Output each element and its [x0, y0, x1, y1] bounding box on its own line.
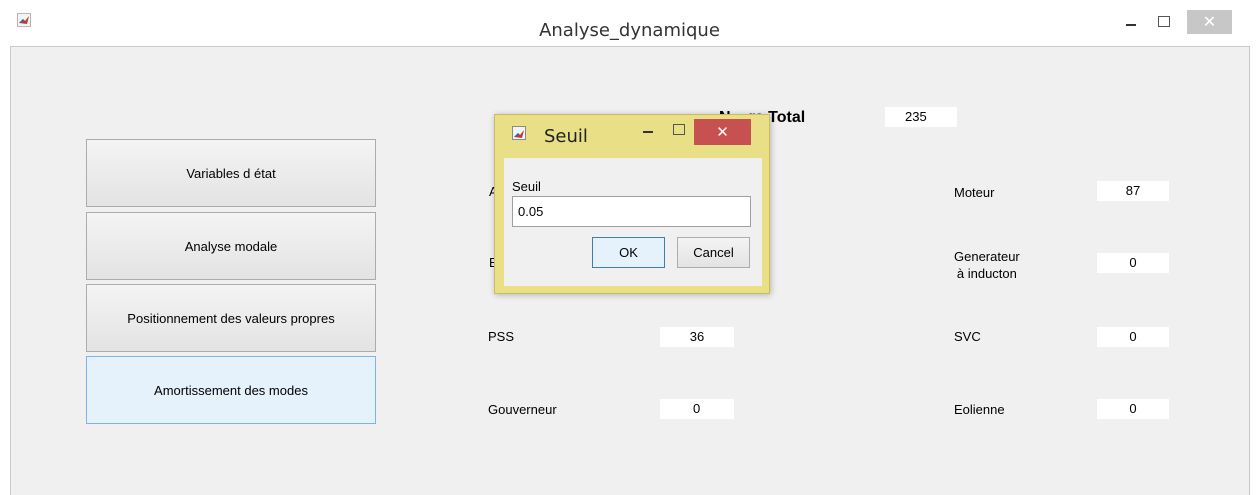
button-label: Variables d état	[186, 166, 276, 181]
dialog-body: Seuil OK Cancel	[504, 158, 762, 286]
gouverneur-value: 0	[660, 399, 734, 419]
eolienne-label: Eolienne	[954, 402, 1005, 417]
pss-value: 36	[660, 327, 734, 347]
seuil-dialog: Seuil ✕ Seuil OK Cancel	[494, 114, 770, 294]
close-icon[interactable]: ✕	[694, 119, 751, 145]
minimize-icon[interactable]	[1118, 10, 1148, 34]
svc-label: SVC	[954, 329, 981, 344]
window-title: Analyse_dynamique	[539, 20, 720, 41]
button-label: Analyse modale	[184, 239, 278, 254]
amortissement-modes-button[interactable]: Amortissement des modes	[86, 356, 376, 424]
moteur-value: 87	[1097, 181, 1169, 201]
generateur-label: Generateur à inducton	[954, 249, 1020, 281]
minimize-icon[interactable]	[637, 121, 659, 141]
cancel-button[interactable]: Cancel	[677, 237, 750, 268]
generateur-value: 0	[1097, 253, 1169, 273]
dialog-title: Seuil	[544, 126, 588, 147]
title-bar: Analyse_dynamique ✕	[0, 0, 1259, 46]
eolienne-value: 0	[1097, 399, 1169, 419]
matlab-icon	[512, 126, 526, 140]
ok-button[interactable]: OK	[592, 237, 665, 268]
gouverneur-label: Gouverneur	[488, 402, 557, 417]
pss-label: PSS	[488, 329, 515, 344]
positionnement-valeurs-propres-button[interactable]: Positionnement des valeurs propres	[86, 284, 376, 352]
variables-etat-button[interactable]: Variables d état	[86, 139, 376, 207]
close-icon[interactable]: ✕	[1187, 10, 1232, 34]
maximize-icon[interactable]	[667, 121, 689, 141]
analyse-modale-button[interactable]: Analyse modale	[86, 212, 376, 280]
moteur-label: Moteur	[954, 185, 995, 200]
maximize-icon[interactable]	[1150, 10, 1180, 34]
button-label: Positionnement des valeurs propres	[127, 311, 335, 326]
nombre-total-value: 235	[885, 107, 957, 127]
seuil-field-label: Seuil	[512, 179, 541, 194]
button-label: Amortissement des modes	[154, 383, 308, 398]
svc-value: 0	[1097, 327, 1169, 347]
seuil-input[interactable]	[512, 196, 751, 227]
